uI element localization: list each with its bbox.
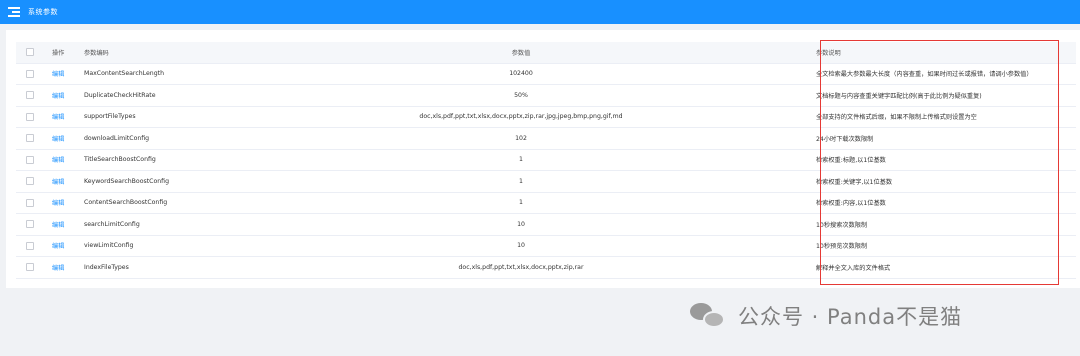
row-checkbox[interactable] [16, 235, 44, 257]
table-row: 编辑 searchLimitConfig 10 10秒搜索次数限制 [16, 213, 1076, 236]
edit-link[interactable]: 编辑 [52, 243, 64, 250]
param-value: 1 [234, 192, 808, 214]
param-code: searchLimitConfig [76, 213, 234, 236]
table-row: 编辑 viewLimitConfig 10 10秒预览次数限制 [16, 235, 1076, 257]
param-value: 102400 [234, 63, 808, 85]
param-description: 10秒预览次数限制 [808, 235, 1076, 257]
table-row: 编辑 DuplicateCheckHitRate 50% 文档标题与内容查重关键字匹配… [16, 84, 1076, 107]
param-description: 解释并全文入库的文件格式 [808, 256, 1076, 279]
param-code: downloadLimitConfig [76, 127, 234, 150]
param-description: 检索权重:关键字,以1位基数 [808, 170, 1076, 193]
row-checkbox[interactable] [16, 213, 44, 236]
param-code: supportFileTypes [76, 106, 234, 128]
edit-link[interactable]: 编辑 [52, 222, 64, 229]
edit-link[interactable]: 编辑 [52, 93, 64, 100]
top-bar: 系统参数 [0, 0, 1080, 24]
edit-link[interactable]: 编辑 [52, 114, 64, 121]
header-operation: 操作 [44, 42, 76, 64]
param-value: 10 [234, 213, 808, 236]
row-checkbox[interactable] [16, 127, 44, 150]
content-panel: 操作 参数编码 参数值 参数说明 编辑 MaxContentSearchLengt… [6, 30, 1080, 288]
table-row: 编辑 IndexFileTypes doc,xls,pdf,ppt,txt,xlsx… [16, 256, 1076, 279]
param-description: 24小时下载次数限制 [808, 127, 1076, 150]
table-row: 编辑 downloadLimitConfig 102 24小时下载次数限制 [16, 127, 1076, 150]
select-all-checkbox[interactable] [16, 42, 44, 64]
edit-link[interactable]: 编辑 [52, 200, 64, 207]
param-code: KeywordSearchBoostConfig [76, 170, 234, 193]
edit-link[interactable]: 编辑 [52, 179, 64, 186]
wechat-icon [690, 301, 730, 331]
param-description: 检索权重:内容,以1位基数 [808, 192, 1076, 214]
param-code: ContentSearchBoostConfig [76, 192, 234, 214]
header-code: 参数编码 [76, 42, 234, 64]
page-title: 系统参数 [28, 8, 58, 16]
edit-link[interactable]: 编辑 [52, 265, 64, 272]
header-value: 参数值 [234, 42, 808, 64]
row-checkbox[interactable] [16, 192, 44, 214]
params-table: 操作 参数编码 参数值 参数说明 编辑 MaxContentSearchLengt… [16, 42, 1076, 279]
param-value: doc,xls,pdf,ppt,txt,xlsx,docx,pptx,zip,r… [234, 106, 808, 128]
watermark-text: 公众号 · Panda不是猫 [738, 305, 963, 329]
watermark: 公众号 · Panda不是猫 [690, 296, 962, 336]
row-checkbox[interactable] [16, 149, 44, 171]
table-row: 编辑 KeywordSearchBoostConfig 1 检索权重:关键字,以1位基… [16, 170, 1076, 193]
param-description: 检索权重:标题,以1位基数 [808, 149, 1076, 171]
param-value: 1 [234, 149, 808, 171]
param-code: MaxContentSearchLength [76, 63, 234, 85]
param-code: IndexFileTypes [76, 256, 234, 279]
edit-link[interactable]: 编辑 [52, 136, 64, 143]
param-code: viewLimitConfig [76, 235, 234, 257]
param-description: 全部支持的文件格式后缀，如果不限制上传格式则设置为空 [808, 106, 1076, 128]
row-checkbox[interactable] [16, 84, 44, 107]
row-checkbox[interactable] [16, 106, 44, 128]
table-body: 编辑 MaxContentSearchLength 102400 全文检索最大参数最大… [16, 63, 1076, 279]
row-checkbox[interactable] [16, 170, 44, 193]
param-description: 全文检索最大参数最大长度（内容查重，如果时间过长或报错，请调小参数值） [808, 63, 1076, 85]
row-checkbox[interactable] [16, 256, 44, 279]
table-row: 编辑 MaxContentSearchLength 102400 全文检索最大参数最大… [16, 63, 1076, 85]
param-value: 102 [234, 127, 808, 150]
edit-link[interactable]: 编辑 [52, 71, 64, 78]
param-code: TitleSearchBoostConfig [76, 149, 234, 171]
param-value: 10 [234, 235, 808, 257]
param-code: DuplicateCheckHitRate [76, 84, 234, 107]
row-checkbox[interactable] [16, 63, 44, 85]
param-description: 文档标题与内容查重关键字匹配比例(高于此比例为疑似重复) [808, 84, 1076, 107]
table-row: 编辑 ContentSearchBoostConfig 1 检索权重:内容,以1位基数 [16, 192, 1076, 214]
param-value: 50% [234, 84, 808, 107]
table-row: 编辑 TitleSearchBoostConfig 1 检索权重:标题,以1位基数 [16, 149, 1076, 171]
param-description: 10秒搜索次数限制 [808, 213, 1076, 236]
table-row: 编辑 supportFileTypes doc,xls,pdf,ppt,txt,xl… [16, 106, 1076, 128]
param-value: doc,xls,pdf,ppt,txt,xlsx,docx,pptx,zip,r… [234, 256, 808, 279]
edit-link[interactable]: 编辑 [52, 157, 64, 164]
header-description: 参数说明 [808, 42, 1076, 64]
menu-fold-icon[interactable] [8, 7, 20, 17]
param-value: 1 [234, 170, 808, 193]
table-header-row: 操作 参数编码 参数值 参数说明 [16, 42, 1076, 64]
